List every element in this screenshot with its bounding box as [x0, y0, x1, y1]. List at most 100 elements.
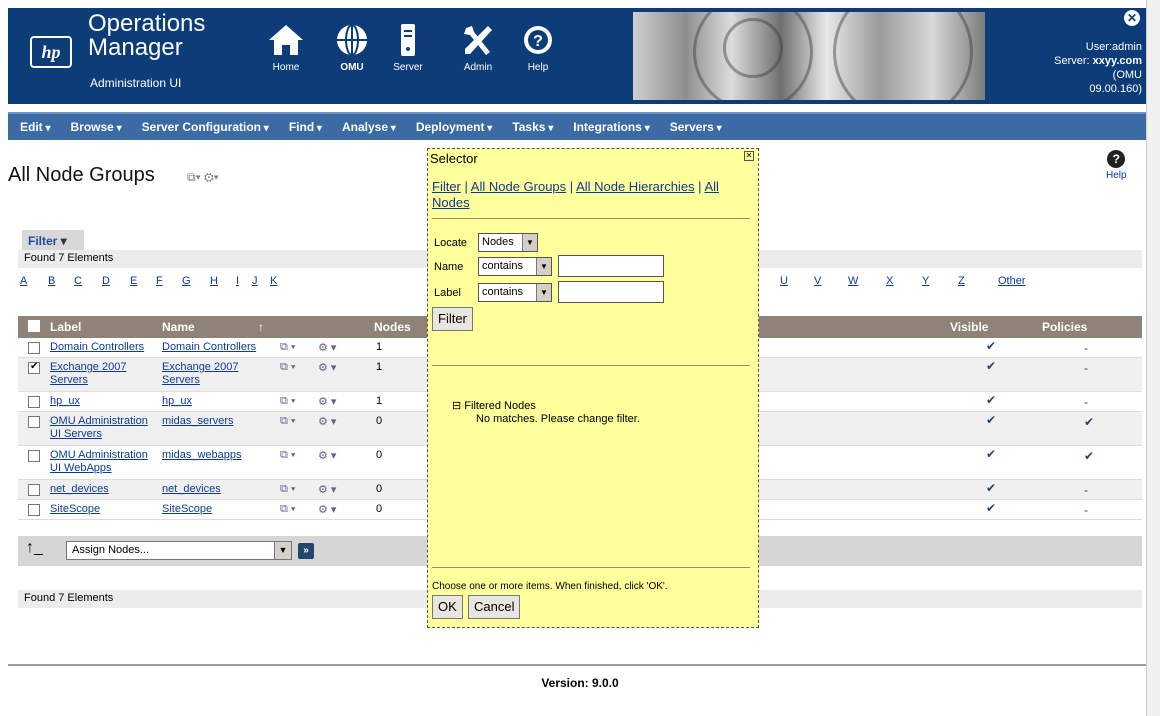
- menu-deployment[interactable]: Deployment: [406, 114, 503, 142]
- col-policies[interactable]: Policies: [1042, 320, 1087, 334]
- menu-analyse[interactable]: Analyse: [332, 114, 406, 142]
- row-label[interactable]: OMU Administration UI WebApps: [50, 449, 156, 475]
- row-name[interactable]: Exchange 2007 Servers: [162, 361, 272, 387]
- select-all-checkbox[interactable]: [28, 320, 40, 332]
- alpha-w[interactable]: W: [848, 275, 858, 287]
- row-checkbox[interactable]: [28, 342, 40, 354]
- filter-tab[interactable]: Filter: [22, 230, 84, 250]
- alpha-u[interactable]: U: [780, 275, 788, 287]
- alpha-y[interactable]: Y: [922, 275, 929, 287]
- window-icon[interactable]: ⧉ ▾: [280, 341, 296, 354]
- row-name[interactable]: hp_ux: [162, 395, 272, 408]
- filtered-nodes-tree[interactable]: ⊟ Filtered Nodes: [452, 399, 536, 412]
- row-label[interactable]: hp_ux: [50, 395, 156, 408]
- alpha-k[interactable]: K: [270, 275, 277, 287]
- menu-edit[interactable]: Edit: [8, 114, 60, 142]
- alpha-other[interactable]: Other: [998, 275, 1026, 287]
- alpha-v[interactable]: V: [814, 275, 821, 287]
- name-input[interactable]: [558, 255, 664, 277]
- col-nodes[interactable]: Nodes: [374, 320, 411, 334]
- alpha-f[interactable]: F: [156, 275, 163, 287]
- label-operator-select[interactable]: contains: [478, 283, 552, 302]
- row-checkbox[interactable]: [28, 396, 40, 408]
- title-actions[interactable]: ⧉▾ ⚙▾: [187, 170, 219, 185]
- alpha-c[interactable]: C: [74, 275, 82, 287]
- row-name[interactable]: midas_webapps: [162, 449, 272, 462]
- nav-home[interactable]: Home: [258, 22, 314, 73]
- gear-icon[interactable]: ⚙ ▾: [318, 395, 336, 408]
- nav-help[interactable]: ? Help: [510, 22, 566, 73]
- alpha-x[interactable]: X: [886, 275, 893, 287]
- nav-omu[interactable]: OMU: [324, 22, 380, 73]
- nav-server[interactable]: Server: [380, 22, 436, 73]
- row-checkbox[interactable]: [28, 484, 40, 496]
- gear-icon[interactable]: ⚙ ▾: [318, 361, 336, 374]
- gear-icon[interactable]: ⚙▾: [204, 170, 219, 184]
- window-icon[interactable]: ⧉▾: [187, 170, 201, 184]
- row-name[interactable]: midas_servers: [162, 415, 272, 428]
- app-title-line2: Manager: [88, 34, 183, 61]
- row-name[interactable]: SiteScope: [162, 503, 272, 516]
- alpha-j[interactable]: J: [252, 275, 258, 287]
- alpha-a[interactable]: A: [20, 275, 27, 287]
- window-icon[interactable]: ⧉ ▾: [280, 483, 296, 496]
- gear-icon[interactable]: ⚙ ▾: [318, 341, 336, 354]
- col-label[interactable]: Label: [50, 320, 81, 334]
- close-icon[interactable]: ✕: [1124, 10, 1140, 26]
- cancel-button[interactable]: Cancel: [468, 595, 521, 619]
- nav-admin[interactable]: Admin: [450, 22, 506, 73]
- selector-link-all-node-hierarchies[interactable]: All Node Hierarchies: [576, 179, 695, 194]
- window-icon[interactable]: ⧉ ▾: [280, 415, 296, 428]
- close-icon[interactable]: ✕: [744, 151, 754, 161]
- alpha-g[interactable]: G: [182, 275, 191, 287]
- label-input[interactable]: [558, 281, 664, 303]
- ok-button[interactable]: OK: [432, 595, 463, 619]
- col-name[interactable]: Name: [162, 320, 195, 334]
- row-label[interactable]: Exchange 2007 Servers: [50, 361, 156, 387]
- menu-servers[interactable]: Servers: [660, 114, 732, 142]
- filtered-nodes-label: Filtered Nodes: [464, 400, 536, 412]
- window-icon[interactable]: ⧉ ▾: [280, 503, 296, 516]
- row-label[interactable]: SiteScope: [50, 503, 156, 516]
- row-label[interactable]: OMU Administration UI Servers: [50, 415, 156, 441]
- menu-find[interactable]: Find: [279, 114, 332, 142]
- selector-link-filter[interactable]: Filter: [432, 179, 461, 194]
- menu-tasks[interactable]: Tasks: [502, 114, 563, 142]
- name-operator-select[interactable]: contains: [478, 257, 552, 276]
- row-label[interactable]: net_devices: [50, 483, 156, 496]
- menu-server-configuration[interactable]: Server Configuration: [132, 114, 279, 142]
- alpha-b[interactable]: B: [48, 275, 55, 287]
- window-icon[interactable]: ⧉ ▾: [280, 395, 296, 408]
- row-label[interactable]: Domain Controllers: [50, 341, 156, 354]
- nav-server-label: Server: [393, 62, 423, 73]
- alpha-z[interactable]: Z: [958, 275, 965, 287]
- menu-browse[interactable]: Browse: [60, 114, 131, 142]
- alpha-h[interactable]: H: [210, 275, 218, 287]
- row-name[interactable]: Domain Controllers: [162, 341, 272, 354]
- help-button[interactable]: ? Help: [1106, 150, 1127, 181]
- menu-integrations[interactable]: Integrations: [563, 114, 659, 142]
- collapse-icon[interactable]: ⊟: [452, 400, 461, 412]
- row-checkbox[interactable]: [28, 361, 40, 374]
- gear-icon[interactable]: ⚙ ▾: [318, 503, 336, 516]
- row-checkbox[interactable]: [28, 416, 40, 428]
- window-icon[interactable]: ⧉ ▾: [280, 361, 296, 374]
- col-visible[interactable]: Visible: [950, 320, 988, 334]
- row-name[interactable]: net_devices: [162, 483, 272, 496]
- vertical-scrollbar[interactable]: [1146, 0, 1160, 716]
- row-policies: -: [1084, 395, 1088, 409]
- selector-link-all-node-groups[interactable]: All Node Groups: [471, 179, 566, 194]
- alpha-e[interactable]: E: [130, 275, 137, 287]
- gear-icon[interactable]: ⚙ ▾: [318, 483, 336, 496]
- filter-button[interactable]: Filter: [432, 307, 473, 331]
- row-checkbox[interactable]: [28, 450, 40, 462]
- locate-select[interactable]: Nodes: [478, 233, 538, 252]
- alpha-i[interactable]: I: [236, 275, 239, 287]
- row-checkbox[interactable]: [28, 504, 40, 516]
- gear-icon[interactable]: ⚙ ▾: [318, 415, 336, 428]
- gear-icon[interactable]: ⚙ ▾: [318, 449, 336, 462]
- go-button[interactable]: »: [298, 543, 314, 559]
- assign-nodes-select[interactable]: Assign Nodes...: [66, 541, 292, 560]
- alpha-d[interactable]: D: [102, 275, 110, 287]
- window-icon[interactable]: ⧉ ▾: [280, 449, 296, 462]
